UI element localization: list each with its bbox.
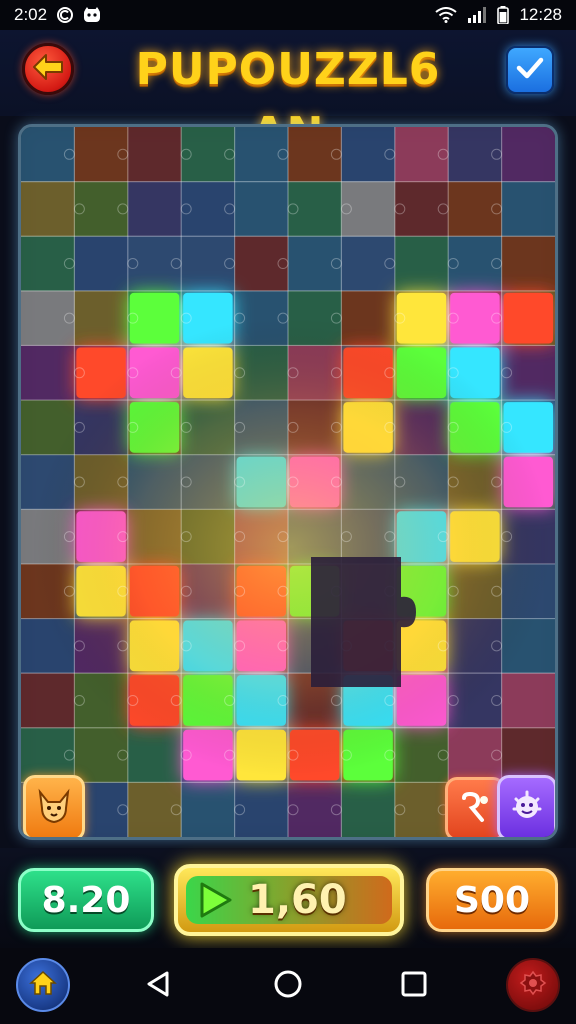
fox-powerup-button[interactable] [23, 775, 85, 837]
puzzle-tile[interactable] [341, 782, 396, 837]
puzzle-tile[interactable] [394, 236, 449, 292]
play-value: 1,60 [248, 877, 347, 923]
puzzle-tile[interactable] [181, 236, 236, 292]
status-left: 2:02 [14, 5, 101, 25]
settings-icon [519, 969, 547, 1001]
puzzle-tile[interactable] [341, 127, 396, 183]
puzzle-tile[interactable] [127, 127, 182, 183]
home-circle-icon [273, 969, 303, 1003]
checkmark-icon [516, 56, 544, 84]
status-bar: 2:02 12:28 [0, 0, 576, 30]
puzzle-tile[interactable] [234, 236, 289, 292]
puzzle-tile[interactable] [181, 782, 236, 837]
puzzle-tile[interactable] [74, 727, 129, 783]
puzzle-tile[interactable] [181, 127, 236, 183]
status-right: 12:28 [435, 5, 562, 25]
home-button[interactable] [16, 958, 70, 1012]
puzzle-tile[interactable] [288, 236, 342, 292]
puzzle-tile[interactable] [74, 181, 129, 237]
puzzle-tile[interactable] [21, 236, 75, 292]
puzzle-tile[interactable] [234, 127, 289, 183]
puzzle-grid[interactable] [21, 127, 555, 837]
score-left-button[interactable]: 8.20 [18, 868, 154, 932]
puzzle-tile[interactable] [21, 673, 75, 729]
arrow-left-icon [32, 53, 64, 85]
puzzle-tile[interactable] [448, 236, 503, 292]
puzzle-tile[interactable] [21, 290, 75, 346]
glowing-puzzle-piece[interactable] [396, 292, 447, 344]
notification-c-icon [57, 7, 74, 23]
puzzle-tile[interactable] [127, 236, 182, 292]
nav-back-button[interactable] [140, 968, 176, 1004]
score-left-value: 8.20 [41, 879, 131, 921]
puzzle-tile[interactable] [74, 236, 129, 292]
puzzle-tile[interactable] [448, 727, 503, 783]
puzzle-tile[interactable] [21, 345, 75, 401]
navigation-bar [0, 948, 576, 1024]
puzzle-tile[interactable] [501, 673, 555, 729]
settings-button[interactable] [506, 958, 560, 1012]
wifi-icon [435, 7, 458, 23]
puzzle-tile[interactable] [181, 181, 236, 237]
back-button[interactable] [22, 43, 74, 95]
puzzle-tile[interactable] [288, 127, 342, 183]
recents-square-icon [400, 970, 428, 1002]
glowing-puzzle-piece[interactable] [450, 292, 500, 344]
signal-icon [467, 7, 487, 23]
nav-recents-button[interactable] [396, 968, 432, 1004]
puzzle-tile[interactable] [234, 782, 289, 837]
play-icon [194, 880, 234, 920]
confirm-button[interactable] [506, 46, 554, 94]
back-triangle-icon [145, 970, 171, 1002]
puzzle-board[interactable] [18, 124, 558, 840]
puzzle-tile[interactable] [394, 127, 449, 183]
fox-icon [34, 786, 74, 830]
puzzle-tile[interactable] [448, 181, 503, 237]
puzzle-tile[interactable] [74, 290, 129, 346]
puzzle-tile[interactable] [448, 127, 503, 183]
puzzle-tile[interactable] [394, 181, 449, 237]
play-button[interactable]: 1,60 [174, 864, 404, 936]
puzzle-tile[interactable] [501, 345, 555, 401]
puzzle-tile[interactable] [21, 181, 75, 237]
puzzle-tile[interactable] [394, 782, 449, 837]
score-right-button[interactable]: S00 [426, 868, 558, 932]
page-title: PUPOUZZL6 AN [135, 44, 441, 159]
puzzle-tile[interactable] [501, 181, 555, 237]
score-right-value: S00 [453, 879, 531, 921]
glow-haze [31, 317, 551, 777]
puzzle-tile[interactable] [21, 127, 75, 183]
puzzle-tile[interactable] [288, 181, 342, 237]
glowing-puzzle-piece[interactable] [129, 292, 180, 344]
puzzle-tile[interactable] [127, 782, 182, 837]
nav-home-button[interactable] [270, 968, 306, 1004]
header: PUPOUZZL6 AN [0, 30, 576, 159]
cat-app-icon [83, 7, 101, 23]
status-time: 2:02 [14, 5, 48, 24]
puzzle-tile[interactable] [74, 127, 129, 183]
puzzle-tile[interactable] [341, 236, 396, 292]
hint-icon [458, 790, 492, 828]
home-icon [29, 970, 57, 1000]
monster-icon [508, 787, 546, 829]
puzzle-tile[interactable] [127, 181, 182, 237]
status-clock: 12:28 [519, 5, 562, 24]
battery-icon [497, 6, 510, 24]
glowing-puzzle-piece[interactable] [503, 292, 553, 344]
puzzle-tile[interactable] [501, 236, 555, 292]
puzzle-tile[interactable] [288, 782, 342, 837]
hint-button[interactable] [445, 777, 505, 837]
puzzle-tile[interactable] [234, 181, 289, 237]
monster-powerup-button[interactable] [497, 775, 555, 837]
empty-slot[interactable] [311, 557, 416, 687]
puzzle-tile[interactable] [501, 127, 555, 183]
puzzle-tile[interactable] [341, 181, 396, 237]
action-bar: 8.20 1,60 S00 [0, 848, 576, 948]
